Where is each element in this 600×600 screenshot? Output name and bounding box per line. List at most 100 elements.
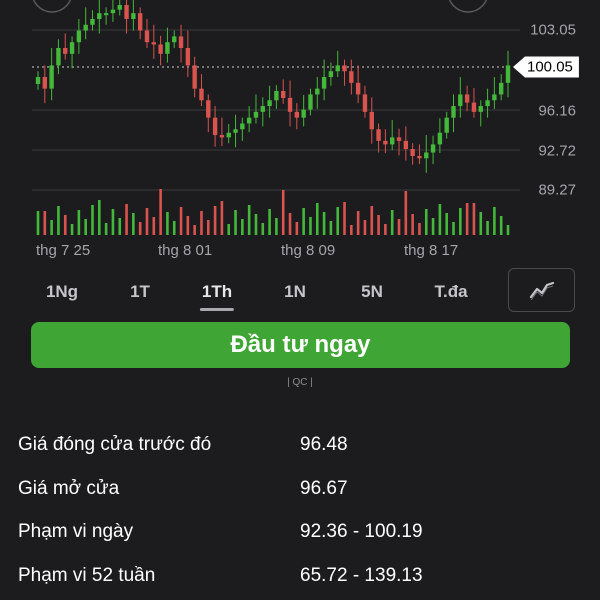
- candle-body: [137, 13, 143, 31]
- volume-bar: [213, 206, 217, 235]
- line-chart-icon: [529, 281, 554, 300]
- candle-body: [253, 111, 259, 118]
- candle-body: [369, 111, 374, 130]
- candle-body: [124, 5, 129, 19]
- volume-bar: [125, 204, 128, 235]
- candle-body: [267, 100, 272, 107]
- candlestick-chart[interactable]: [0, 0, 600, 262]
- candle-body: [376, 129, 381, 141]
- volume-bar: [390, 210, 394, 235]
- stat-row-52-week-range: Phạm vi 52 tuần 65.72 - 139.13: [18, 565, 578, 595]
- date-axis-label: thg 8 09: [281, 242, 336, 259]
- volume-bar: [268, 209, 271, 235]
- candle-body: [444, 117, 449, 133]
- volume-bar: [193, 225, 196, 235]
- volume-bar: [479, 212, 483, 235]
- candle-body: [430, 144, 436, 153]
- candle-body: [212, 117, 218, 136]
- volume-bar: [438, 204, 442, 235]
- tab-1-week[interactable]: 1T: [130, 282, 150, 302]
- candle-body: [260, 106, 265, 112]
- candle-body: [335, 65, 340, 72]
- volume-bar: [261, 223, 265, 235]
- volume-bar: [36, 211, 40, 235]
- stat-value: 96.48: [300, 434, 348, 455]
- tab-1-day[interactable]: 1Ng: [46, 282, 78, 302]
- invest-now-button[interactable]: Đầu tư ngay: [31, 322, 570, 368]
- volume-bar: [247, 205, 251, 235]
- candle-body: [287, 97, 293, 112]
- volume-bar: [459, 208, 462, 235]
- tab-1-month[interactable]: 1Th: [199, 282, 235, 311]
- volume-bar: [404, 191, 408, 235]
- stat-label: Giá mở cửa: [18, 478, 120, 499]
- candle-body: [90, 18, 95, 25]
- volume-bar: [472, 203, 476, 235]
- price-level-label: 92.72: [538, 142, 576, 160]
- volume-bar: [200, 211, 203, 235]
- volume-bar: [288, 213, 292, 235]
- volume-bar: [57, 206, 60, 235]
- volume-bar: [220, 201, 224, 235]
- volume-bar: [281, 190, 285, 235]
- volume-bar: [499, 216, 503, 235]
- volume-bar: [172, 221, 176, 235]
- volume-bar: [493, 207, 496, 235]
- candle-body: [172, 36, 177, 43]
- volume-bar: [356, 211, 360, 235]
- volume-bar: [309, 217, 312, 235]
- volume-bar: [186, 216, 190, 235]
- candle-body: [131, 13, 136, 19]
- volume-bar: [50, 220, 53, 235]
- candle-body: [76, 30, 82, 43]
- candle-body: [451, 106, 456, 118]
- volume-bar: [241, 219, 244, 235]
- price-chart[interactable]: 103.05 96.16 92.72 89.27 100.05 thg 7 25…: [0, 0, 600, 262]
- volume-bar: [295, 222, 299, 235]
- chart-type-button[interactable]: [508, 268, 575, 312]
- date-axis-label: thg 7 25: [36, 242, 91, 259]
- chart-overlay-circle: [448, 0, 488, 13]
- candle-body: [185, 47, 191, 66]
- candle-body: [424, 152, 429, 159]
- candle-body: [144, 30, 150, 43]
- volume-bar: [343, 202, 346, 235]
- candle-body: [151, 42, 156, 45]
- stat-value: 96.67: [300, 478, 348, 499]
- current-price-tag: 100.05: [513, 56, 579, 78]
- candle-body: [192, 65, 197, 89]
- candle-body: [362, 94, 368, 112]
- candle-body: [396, 137, 402, 141]
- tab-5-years[interactable]: 5N: [361, 282, 383, 302]
- candle-body: [437, 132, 443, 145]
- candle-body: [97, 13, 102, 19]
- volume-bar: [377, 215, 380, 235]
- volume-bar: [234, 210, 237, 235]
- volume-bar: [254, 214, 258, 235]
- candle-body: [464, 94, 470, 103]
- candle-body: [458, 94, 463, 107]
- tab-1-year[interactable]: 1N: [284, 282, 306, 302]
- candle-body: [219, 135, 225, 138]
- volume-bar: [431, 218, 435, 235]
- candle-body: [417, 155, 422, 159]
- tab-max[interactable]: T.đa: [434, 282, 467, 302]
- candle-body: [390, 137, 395, 145]
- stat-value: 92.36 - 100.19: [300, 521, 423, 542]
- volume-bar: [206, 220, 210, 235]
- volume-bar: [418, 223, 421, 235]
- volume-bar: [315, 203, 319, 235]
- volume-bar: [322, 212, 326, 235]
- price-level-label: 96.16: [538, 102, 576, 120]
- price-level-label: 89.27: [538, 181, 576, 199]
- volume-bar: [336, 207, 340, 235]
- candle-body: [492, 94, 497, 101]
- volume-bar: [397, 219, 401, 235]
- volume-bar: [111, 209, 115, 235]
- stat-label: Phạm vi ngày: [18, 521, 134, 542]
- volume-bar: [152, 217, 156, 235]
- candle-body: [83, 24, 88, 31]
- volume-bar: [43, 211, 47, 235]
- chart-overlay-circle: [32, 0, 72, 13]
- volume-bar: [132, 213, 135, 235]
